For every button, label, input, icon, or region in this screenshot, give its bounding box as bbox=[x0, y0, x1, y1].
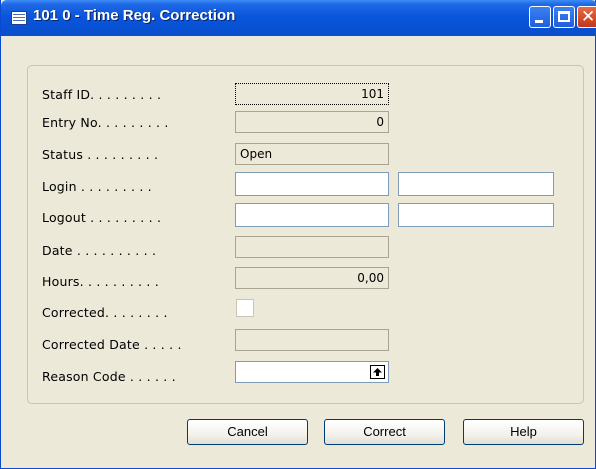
close-button[interactable]: ✕ bbox=[577, 6, 596, 28]
help-button[interactable]: Help bbox=[463, 419, 584, 445]
logout-time-field[interactable] bbox=[398, 203, 554, 227]
correct-button[interactable]: Correct bbox=[324, 419, 445, 445]
status-field[interactable]: Open bbox=[235, 143, 389, 165]
title-bar[interactable]: 101 0 - Time Reg. Correction ✕ bbox=[1, 0, 596, 36]
corrected-date-label: Corrected Date . . . . . bbox=[42, 337, 182, 352]
corrected-label: Corrected. . . . . . . . bbox=[42, 305, 168, 320]
date-field[interactable] bbox=[235, 236, 389, 258]
date-label: Date . . . . . . . . . . bbox=[42, 243, 157, 258]
reason-code-label: Reason Code . . . . . . bbox=[42, 369, 176, 384]
minimize-icon bbox=[535, 20, 543, 23]
dialog-window: 101 0 - Time Reg. Correction ✕ Staff ID.… bbox=[0, 0, 596, 469]
maximize-button[interactable] bbox=[553, 6, 575, 28]
window-title: 101 0 - Time Reg. Correction bbox=[33, 7, 236, 24]
close-icon: ✕ bbox=[581, 7, 596, 27]
logout-date-field[interactable] bbox=[235, 203, 389, 227]
status-label: Status . . . . . . . . . bbox=[42, 147, 159, 162]
entry-no-field[interactable]: 0 bbox=[235, 111, 389, 133]
login-label: Login . . . . . . . . . bbox=[42, 179, 152, 194]
lookup-arrow-icon[interactable] bbox=[370, 365, 385, 379]
cancel-button[interactable]: Cancel bbox=[187, 419, 308, 445]
login-date-field[interactable] bbox=[235, 172, 389, 196]
logout-label: Logout . . . . . . . . . bbox=[42, 210, 162, 225]
staff-id-label: Staff ID. . . . . . . . . bbox=[42, 87, 162, 102]
corrected-date-field[interactable] bbox=[235, 329, 389, 351]
entry-no-label: Entry No. . . . . . . . . bbox=[42, 115, 169, 130]
reason-code-field[interactable] bbox=[235, 361, 389, 383]
login-time-field[interactable] bbox=[398, 172, 554, 196]
staff-id-field[interactable]: 101 bbox=[235, 83, 389, 105]
corrected-checkbox[interactable] bbox=[236, 299, 254, 317]
form-icon bbox=[11, 11, 27, 25]
hours-label: Hours. . . . . . . . . . bbox=[42, 274, 159, 289]
minimize-button[interactable] bbox=[529, 6, 551, 28]
hours-field[interactable]: 0,00 bbox=[235, 267, 389, 289]
maximize-icon bbox=[558, 11, 570, 22]
